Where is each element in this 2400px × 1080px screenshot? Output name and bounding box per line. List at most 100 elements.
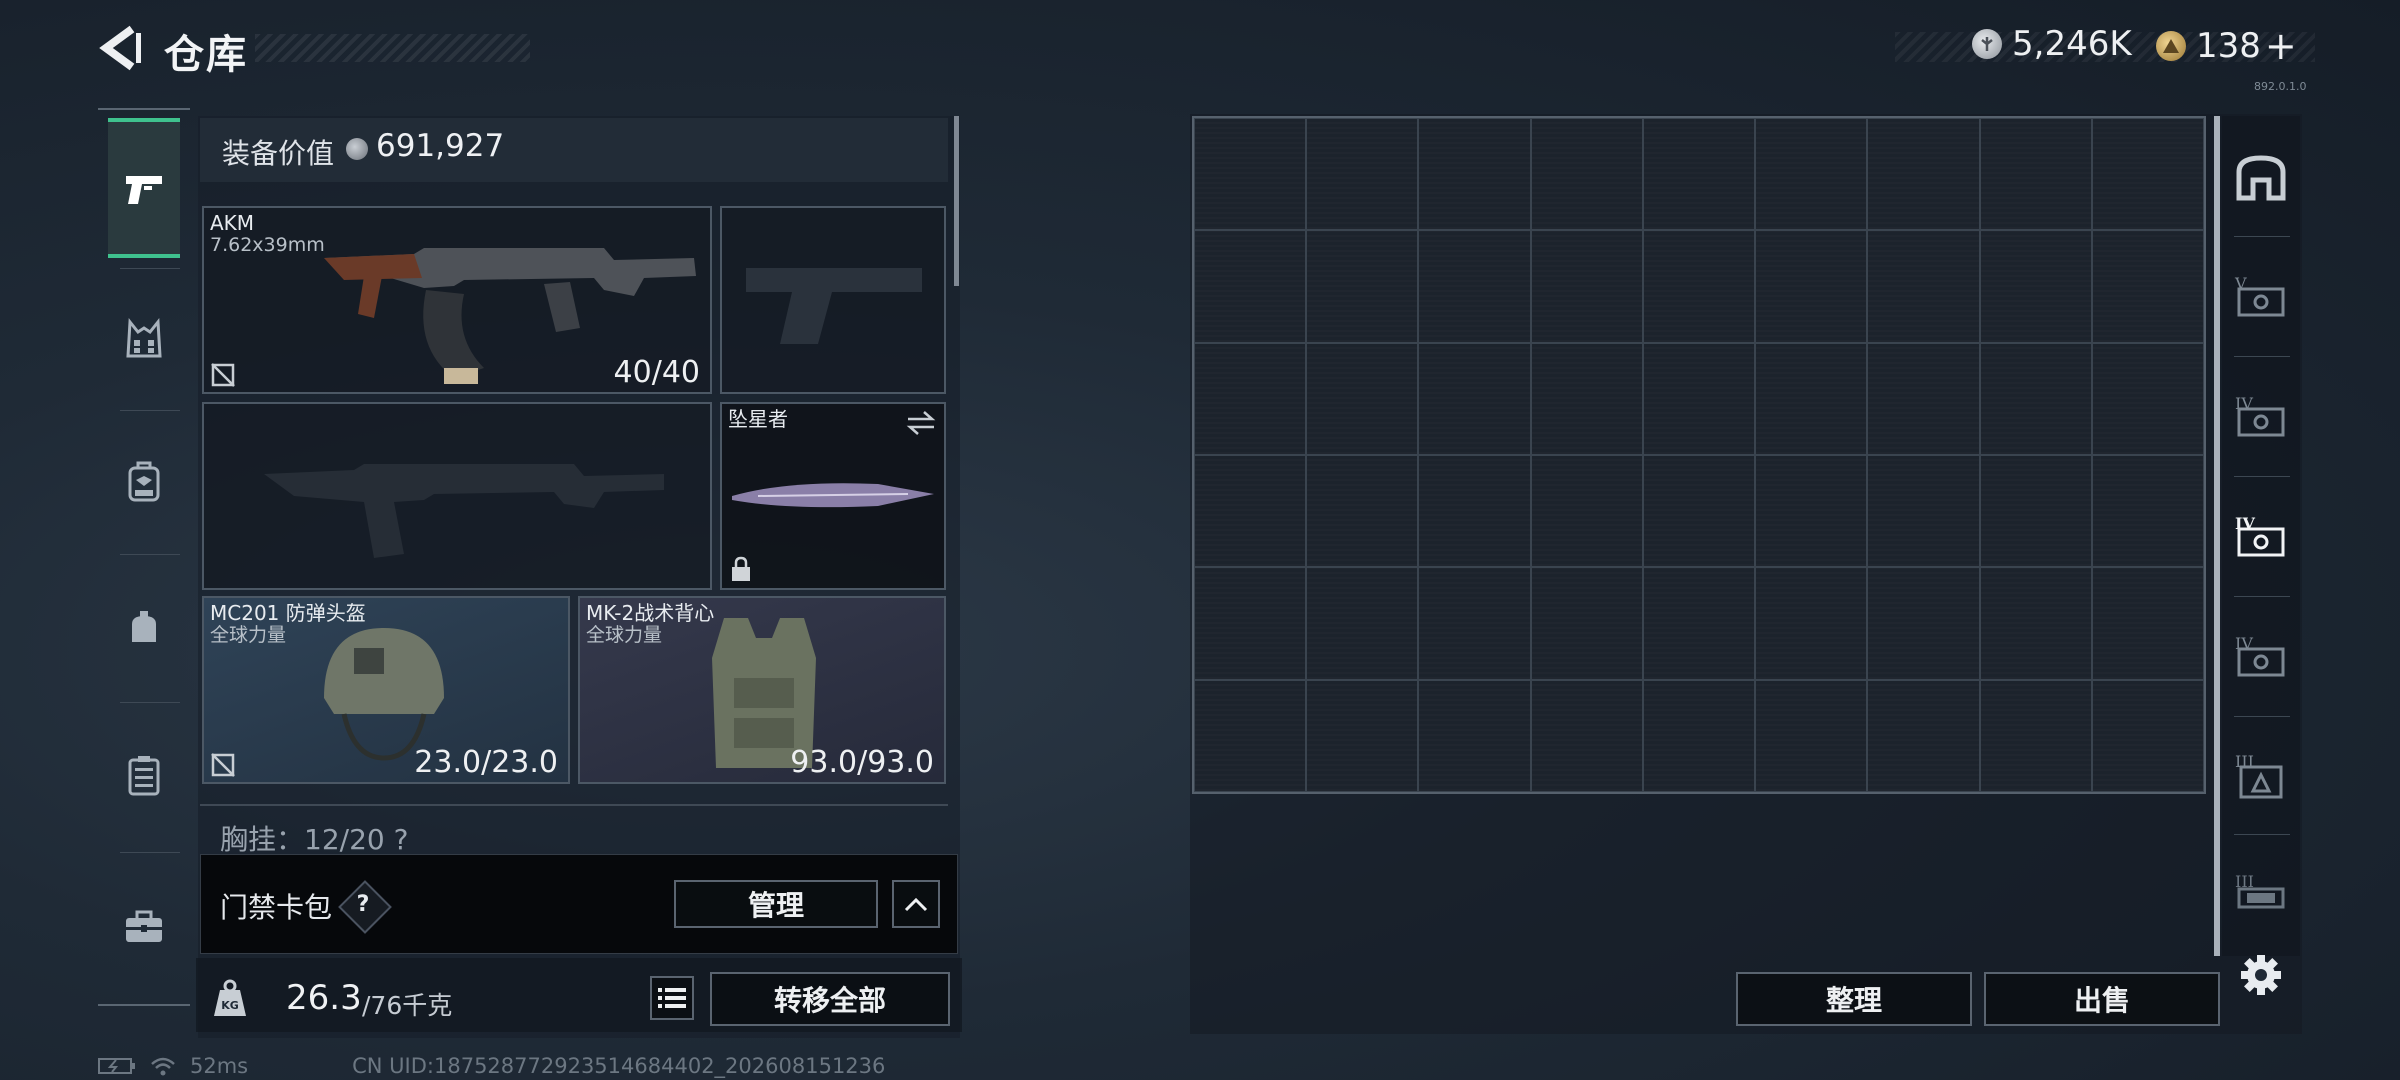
stash-grid-cell[interactable] [1979, 118, 2092, 231]
stash-grid-cell[interactable] [1530, 567, 1643, 680]
category-backpack[interactable] [108, 412, 180, 552]
gold-add-button[interactable]: + [2265, 24, 2297, 68]
stash-grid-cell[interactable] [1979, 230, 2092, 343]
stash-grid-cell[interactable] [1194, 342, 1307, 455]
stash-grid-cell[interactable] [1194, 679, 1307, 792]
container-tab-iv-3[interactable]: IV [2226, 608, 2296, 704]
stash-grid-cell[interactable] [1530, 230, 1643, 343]
stash-grid-cell[interactable] [1530, 118, 1643, 231]
stash-grid-cell[interactable] [1306, 567, 1419, 680]
armor-vest-slot[interactable]: MK-2战术背心 全球力量 93.0/93.0 [578, 596, 946, 784]
gold-coin-icon [2156, 31, 2186, 61]
stash-grid-cell[interactable] [2091, 230, 2204, 343]
collapse-button[interactable] [892, 880, 940, 928]
category-toolkit[interactable] [108, 856, 180, 996]
stash-grid-cell[interactable] [1867, 679, 1980, 792]
stash-grid-cell[interactable] [1979, 342, 2092, 455]
stash-grid-cell[interactable] [1642, 567, 1756, 680]
stash-grid-cell[interactable] [1642, 679, 1756, 792]
stash-grid-cell[interactable] [1194, 567, 1307, 680]
stash-grid-cell[interactable] [1306, 342, 1419, 455]
stash-grid-cell[interactable] [1194, 230, 1307, 343]
transfer-all-button[interactable]: 转移全部 [710, 972, 950, 1026]
category-keycase[interactable] [108, 706, 180, 846]
stash-grid-cell[interactable] [2091, 567, 2204, 680]
stash-grid-cell[interactable] [1530, 455, 1643, 568]
no-insurance-icon [211, 753, 235, 777]
stash-grid-cell[interactable] [1642, 342, 1756, 455]
category-separator [120, 702, 180, 703]
stash-grid-cell[interactable] [2091, 679, 2204, 792]
container-tab-iv-1[interactable]: IV [2226, 368, 2296, 464]
pistol-slot-empty[interactable] [720, 206, 946, 394]
stash-grid-cell[interactable] [1867, 567, 1980, 680]
stash-grid-cell[interactable] [1418, 455, 1531, 568]
stash-grid-cell[interactable] [1755, 455, 1868, 568]
chevron-up-icon [904, 897, 928, 912]
stash-grid-cell[interactable] [1642, 455, 1756, 568]
help-button[interactable]: ? [346, 888, 380, 922]
stash-grid-cell[interactable] [1418, 567, 1531, 680]
stash-grid-cell[interactable] [1755, 118, 1868, 231]
manage-button[interactable]: 管理 [674, 880, 878, 928]
container-tab-iv-2-selected[interactable]: IV [2226, 488, 2296, 584]
stash-grid-cell[interactable] [1755, 230, 1868, 343]
silver-currency[interactable]: 5,246K [1972, 24, 2132, 64]
secondary-weapon-slot-empty[interactable] [202, 402, 712, 590]
stash-grid-cell[interactable] [1418, 342, 1531, 455]
category-weapons[interactable] [108, 118, 180, 258]
stash-grid-cell[interactable] [1979, 567, 2092, 680]
stash-grid-cell[interactable] [1530, 342, 1643, 455]
container-tab-iii-2[interactable]: III [2226, 846, 2296, 942]
category-separator [120, 410, 180, 411]
melee-slot[interactable]: 坠星者 [720, 402, 946, 590]
stash-grid-cell[interactable] [1306, 118, 1419, 231]
lock-icon [732, 556, 750, 581]
stash-scrollbar[interactable] [2214, 116, 2220, 956]
toolkit-icon [126, 910, 162, 942]
category-pouch[interactable] [108, 558, 180, 698]
chest-rig-row[interactable]: 胸挂：12/20 ? [200, 804, 948, 854]
sort-button[interactable]: 整理 [1736, 972, 1972, 1026]
stash-grid-cell[interactable] [1194, 118, 1307, 231]
stash-grid-cell[interactable] [1755, 342, 1868, 455]
stash-grid-cell[interactable] [1194, 455, 1307, 568]
stash-grid-cell[interactable] [1979, 679, 2092, 792]
stash-grid-cell[interactable] [1418, 230, 1531, 343]
container-tab-stash-home[interactable] [2226, 130, 2296, 226]
sell-button[interactable]: 出售 [1984, 972, 2220, 1026]
wifi-icon [151, 1057, 175, 1076]
stash-grid-cell[interactable] [1755, 567, 1868, 680]
stash-grid-cell[interactable] [2091, 118, 2204, 231]
helmet-slot[interactable]: MC201 防弹头盔 全球力量 23.0/23.0 [202, 596, 570, 784]
stash-grid-cell[interactable] [1867, 342, 1980, 455]
stash-grid-cell[interactable] [1755, 679, 1868, 792]
stash-grid-cell[interactable] [2091, 455, 2204, 568]
stash-grid-cell[interactable] [1418, 118, 1531, 231]
stash-grid-cell[interactable] [1867, 230, 1980, 343]
stash-grid-cell[interactable] [1306, 455, 1419, 568]
back-button[interactable] [96, 22, 144, 74]
stash-grid-cell[interactable] [1642, 230, 1756, 343]
container-tab-iii-1[interactable]: III [2226, 728, 2296, 824]
stash-grid-cell[interactable] [1867, 118, 1980, 231]
stash-grid-cell[interactable] [1418, 679, 1531, 792]
stash-grid-cell[interactable] [1306, 679, 1419, 792]
gold-currency[interactable]: 138 + [2156, 24, 2297, 68]
stash-grid-cell[interactable] [2091, 342, 2204, 455]
weight-current: 26.3 [286, 978, 362, 1018]
stash-grid-cell[interactable] [1867, 455, 1980, 568]
container-tab-v[interactable]: V [2226, 248, 2296, 344]
stash-grid-cell[interactable] [1979, 455, 2092, 568]
stash-grid-cell[interactable] [1530, 679, 1643, 792]
list-view-button[interactable] [650, 976, 694, 1020]
stash-grid[interactable] [1192, 116, 2206, 794]
no-insurance-icon [211, 363, 235, 387]
settings-gear-icon[interactable] [2240, 954, 2282, 996]
stash-grid-cell[interactable] [1642, 118, 1756, 231]
category-chest-rig[interactable] [108, 268, 180, 408]
primary-weapon-slot[interactable]: AKM 7.62x39mm 40/40 [202, 206, 712, 394]
header-decor-stripe [255, 34, 530, 62]
equipment-scrollbar[interactable] [954, 116, 959, 286]
stash-grid-cell[interactable] [1306, 230, 1419, 343]
